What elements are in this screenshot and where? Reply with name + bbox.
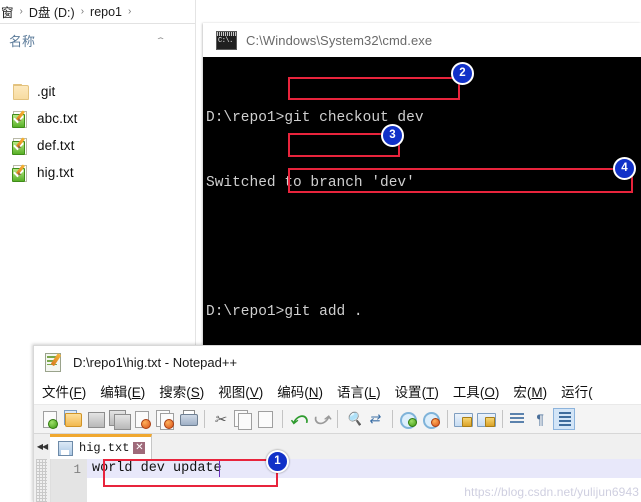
annotation-badge-3: 3: [381, 124, 404, 147]
menu-item-search[interactable]: 搜索(S): [159, 381, 204, 401]
breadcrumb-item-2[interactable]: repo1: [89, 5, 123, 19]
zoom-out-icon[interactable]: [420, 408, 442, 430]
menu-item-run[interactable]: 运行(: [561, 381, 593, 401]
console-line: Switched to branch 'dev': [206, 174, 415, 191]
file-name-label: hig.txt: [37, 165, 74, 180]
tab-hig-txt[interactable]: hig.txt ✕: [50, 434, 153, 459]
menu-item-view[interactable]: 视图(V): [218, 381, 263, 401]
menu-item-language[interactable]: 语言(L): [337, 381, 381, 401]
replace-icon[interactable]: ⇄: [365, 408, 387, 430]
cmd-title-bar[interactable]: C:\. C:\Windows\System32\cmd.exe: [203, 23, 641, 58]
tab-label: hig.txt: [79, 441, 130, 455]
line-number: 1: [73, 463, 81, 477]
paste-icon[interactable]: [255, 408, 277, 430]
breadcrumb-separator-icon: ›: [19, 6, 23, 17]
menu-item-file[interactable]: 文件(F): [42, 381, 86, 401]
column-header-label: 名称: [9, 33, 36, 49]
line-number-gutter: 1: [51, 459, 87, 502]
cmd-title-label: C:\Windows\System32\cmd.exe: [246, 32, 433, 48]
list-item[interactable]: abc.txt: [0, 105, 195, 132]
notepadpp-icon: [45, 353, 63, 372]
close-icon[interactable]: ✕: [133, 442, 146, 454]
cut-icon[interactable]: ✂: [209, 408, 231, 430]
editor-line-text: world dev update: [92, 461, 222, 476]
file-name-label: abc.txt: [37, 111, 78, 126]
new-file-icon[interactable]: [39, 408, 61, 430]
text-file-icon: [12, 163, 28, 182]
menu-item-edit[interactable]: 编辑(E): [100, 381, 145, 401]
breadcrumb-item-0[interactable]: 窗: [0, 2, 15, 21]
close-file-icon[interactable]: [131, 408, 153, 430]
bookmark-margin[interactable]: [34, 459, 51, 502]
toolbar-separator: [204, 410, 205, 428]
list-item[interactable]: hig.txt: [0, 159, 195, 186]
list-item[interactable]: .git: [0, 78, 195, 105]
column-header-name[interactable]: 名称 ⌃: [0, 24, 195, 56]
tab-scroll-left-icon[interactable]: ◀◀: [34, 434, 50, 459]
watermark-label: https://blog.csdn.net/yulijun6943: [464, 485, 639, 499]
sort-ascending-icon[interactable]: ⌃: [155, 36, 167, 45]
screen: 窗 › D盘 (D:) › repo1 › 名称 ⌃ .git abc.txt …: [0, 0, 641, 502]
menu-item-tools[interactable]: 工具(O): [453, 381, 500, 401]
toolbar-separator: [447, 410, 448, 428]
sync-horizontal-icon[interactable]: [475, 408, 497, 430]
file-name-label: def.txt: [37, 138, 75, 153]
console-line: D:\repo1>git checkout dev: [206, 110, 424, 126]
zoom-in-icon[interactable]: [397, 408, 419, 430]
word-wrap-icon[interactable]: [507, 408, 529, 430]
save-icon[interactable]: [85, 408, 107, 430]
toolbar-separator: [337, 410, 338, 428]
annotation-badge-2: 2: [451, 62, 474, 85]
notepadpp-window[interactable]: D:\repo1\hig.txt - Notepad++ 文件(F) 编辑(E)…: [33, 345, 641, 502]
file-list: .git abc.txt def.txt hig.txt: [0, 78, 195, 186]
console-line: D:\repo1>git add .: [206, 303, 363, 320]
toolbar-separator: [282, 410, 283, 428]
editor-area[interactable]: 1 world dev update https://blog.csdn.net…: [34, 459, 641, 502]
breadcrumb[interactable]: 窗 › D盘 (D:) › repo1 ›: [0, 0, 205, 23]
redo-icon[interactable]: ⤻: [310, 408, 332, 430]
menu-item-macro[interactable]: 宏(M): [513, 381, 547, 401]
notepadpp-title-label: D:\repo1\hig.txt - Notepad++: [73, 354, 238, 370]
annotation-badge-1: 1: [266, 450, 289, 473]
sync-vertical-icon[interactable]: [452, 408, 474, 430]
cmd-icon-label: C:\.: [218, 36, 233, 45]
toolbar: ✂ ⤺ ⤻ 🔍 ⇄ ¶: [34, 405, 641, 434]
toolbar-separator: [502, 410, 503, 428]
menu-item-encoding[interactable]: 编码(N): [277, 381, 323, 401]
text-file-icon: [12, 109, 28, 128]
show-all-chars-icon[interactable]: ¶: [530, 408, 552, 430]
text-file-icon: [12, 136, 28, 155]
toolbar-separator: [392, 410, 393, 428]
cmd-console-output[interactable]: D:\repo1>git checkout dev Switched to br…: [203, 57, 641, 345]
copy-icon[interactable]: [232, 408, 254, 430]
text-content[interactable]: world dev update https://blog.csdn.net/y…: [87, 459, 641, 502]
menu-item-settings[interactable]: 设置(T): [395, 381, 439, 401]
file-name-label: .git: [37, 84, 56, 99]
text-caret: [219, 461, 220, 477]
saved-disk-icon: [58, 440, 73, 456]
notepadpp-title-bar[interactable]: D:\repo1\hig.txt - Notepad++: [34, 346, 641, 378]
breadcrumb-separator-icon: ›: [80, 6, 85, 17]
cmd-icon: C:\.: [216, 30, 237, 50]
undo-icon[interactable]: ⤺: [287, 408, 309, 430]
print-icon[interactable]: [177, 408, 199, 430]
breadcrumb-item-1[interactable]: D盘 (D:): [28, 2, 76, 21]
list-item[interactable]: def.txt: [0, 132, 195, 159]
menu-bar: 文件(F) 编辑(E) 搜索(S) 视图(V) 编码(N) 语言(L) 设置(T…: [34, 378, 641, 405]
save-all-icon[interactable]: [108, 408, 131, 430]
folder-icon: [12, 84, 29, 100]
show-indent-guide-icon[interactable]: [553, 408, 575, 430]
cmd-window[interactable]: C:\. C:\Windows\System32\cmd.exe D:\repo…: [203, 23, 641, 345]
tab-bar: ◀◀ hig.txt ✕: [34, 434, 641, 459]
breadcrumb-separator-icon: ›: [128, 6, 132, 17]
find-icon[interactable]: 🔍: [342, 408, 364, 430]
open-file-icon[interactable]: [62, 408, 84, 430]
explorer-right-edge: [195, 0, 196, 345]
annotation-badge-4: 4: [613, 157, 636, 180]
close-all-icon[interactable]: [154, 408, 176, 430]
